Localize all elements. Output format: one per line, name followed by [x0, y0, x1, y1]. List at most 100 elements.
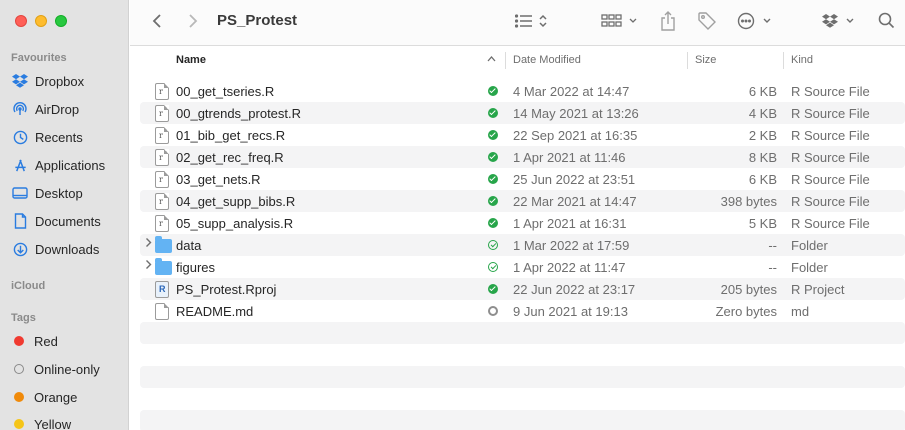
- available-check-icon: [488, 262, 498, 272]
- file-row[interactable]: data 1 Mar 2022 at 17:59 -- Folder: [140, 234, 905, 256]
- file-name: data: [176, 238, 202, 253]
- forward-button[interactable]: [184, 10, 202, 34]
- file-name: PS_Protest.Rproj: [176, 282, 277, 297]
- available-check-icon: [488, 240, 498, 250]
- sidebar-item-label: Applications: [35, 157, 106, 173]
- text-file-icon: [155, 303, 169, 320]
- sidebar-item-label: Desktop: [35, 185, 83, 201]
- column-header: Name Date Modified Size Kind: [130, 48, 905, 74]
- sidebar-tag-online-only[interactable]: Online-only: [11, 358, 126, 380]
- sidebar-item-downloads[interactable]: Downloads: [11, 238, 126, 260]
- airdrop-icon: [11, 100, 29, 118]
- file-kind: R Source File: [791, 150, 870, 165]
- close-window-button[interactable]: [15, 15, 27, 27]
- group-button[interactable]: [600, 10, 640, 34]
- sidebar-item-dropbox[interactable]: Dropbox: [11, 70, 126, 92]
- tag-button[interactable]: [696, 10, 718, 34]
- applications-icon: [11, 156, 29, 174]
- file-row[interactable]: r 00_get_tseries.R 4 Mar 2022 at 14:47 6 KB…: [140, 80, 905, 102]
- file-row[interactable]: r 02_get_rec_freq.R 1 Apr 2021 at 11:46 8 K…: [140, 146, 905, 168]
- column-divider[interactable]: [783, 52, 784, 69]
- file-row[interactable]: figures 1 Apr 2022 at 11:47 -- Folder: [140, 256, 905, 278]
- disclosure-chevron-icon[interactable]: [145, 237, 152, 251]
- column-divider[interactable]: [687, 52, 688, 69]
- column-size-header[interactable]: Size: [695, 54, 716, 66]
- sidebar-item-label: Orange: [34, 389, 78, 405]
- synced-check-icon: [488, 130, 498, 140]
- file-row[interactable]: R PS_Protest.Rproj 22 Jun 2022 at 23:17 205…: [140, 278, 905, 300]
- file-date-modified: 1 Apr 2022 at 11:47: [513, 260, 626, 275]
- sidebar-item-applications[interactable]: Applications: [11, 154, 126, 176]
- file-size: 5 KB: [748, 216, 777, 231]
- sidebar-item-label: Red: [34, 333, 58, 349]
- download-icon: [11, 240, 29, 258]
- sidebar-item-label: Online-only: [34, 361, 100, 377]
- zoom-window-button[interactable]: [55, 15, 67, 27]
- synced-check-icon: [488, 196, 498, 206]
- column-name-header[interactable]: Name: [176, 54, 206, 66]
- view-list-button[interactable]: [512, 10, 552, 34]
- sidebar-item-label: Dropbox: [35, 73, 85, 89]
- sidebar-item-label: Downloads: [35, 241, 100, 257]
- empty-row: [140, 344, 905, 366]
- synced-check-icon: [488, 108, 498, 118]
- file-row[interactable]: r 01_bib_get_recs.R 22 Sep 2021 at 16:35 2 …: [140, 124, 905, 146]
- more-icon: [737, 12, 775, 33]
- window-title: PS_Protest: [217, 12, 298, 29]
- synced-check-icon: [488, 152, 498, 162]
- action-button[interactable]: [736, 10, 776, 34]
- sidebar-item-documents[interactable]: Documents: [11, 210, 126, 232]
- search-button[interactable]: [876, 10, 896, 34]
- file-size: 4 KB: [748, 106, 777, 121]
- back-button[interactable]: [148, 10, 166, 34]
- file-size: 8 KB: [748, 150, 777, 165]
- file-size: 6 KB: [748, 84, 777, 99]
- column-date-header[interactable]: Date Modified: [513, 54, 581, 66]
- file-size: 205 bytes: [720, 282, 777, 297]
- file-name: 04_get_supp_bibs.R: [176, 194, 296, 209]
- sidebar-section-favourites: Favourites: [11, 52, 67, 64]
- sidebar-tag-orange[interactable]: Orange: [11, 386, 126, 408]
- file-row[interactable]: README.md 9 Jun 2021 at 19:13 Zero bytes md: [140, 300, 905, 322]
- sidebar-tag-red[interactable]: Red: [11, 330, 126, 352]
- empty-tag-icon: [14, 364, 24, 374]
- file-kind: R Source File: [791, 128, 870, 143]
- sort-chevron-up-icon[interactable]: [487, 54, 496, 66]
- sidebar-section-icloud[interactable]: iCloud: [11, 280, 45, 292]
- disclosure-chevron-icon[interactable]: [145, 259, 152, 273]
- file-kind: Folder: [791, 260, 828, 275]
- share-button[interactable]: [658, 10, 678, 34]
- file-row[interactable]: r 05_supp_analysis.R 1 Apr 2021 at 16:31 5 …: [140, 212, 905, 234]
- file-size: --: [768, 238, 777, 253]
- r-file-icon: r: [155, 105, 169, 122]
- file-name: 01_bib_get_recs.R: [176, 128, 286, 143]
- red-tag-icon: [14, 336, 24, 346]
- column-kind-header[interactable]: Kind: [791, 54, 813, 66]
- window-controls: [15, 15, 67, 27]
- file-size: 2 KB: [748, 128, 777, 143]
- minimize-window-button[interactable]: [35, 15, 47, 27]
- orange-tag-icon: [14, 392, 24, 402]
- rproject-file-icon: R: [155, 281, 169, 298]
- sidebar-section-tags[interactable]: Tags: [11, 312, 36, 324]
- clock-icon: [11, 128, 29, 146]
- synced-check-icon: [488, 218, 498, 228]
- chevron-left-icon: [152, 13, 162, 32]
- sidebar-item-recents[interactable]: Recents: [11, 126, 126, 148]
- sidebar-item-desktop[interactable]: Desktop: [11, 182, 126, 204]
- sidebar-item-airdrop[interactable]: AirDrop: [11, 98, 126, 120]
- sidebar-tag-yellow[interactable]: Yellow: [11, 413, 126, 430]
- dropbox-menu-button[interactable]: [820, 10, 860, 34]
- file-date-modified: 14 May 2021 at 13:26: [513, 106, 639, 121]
- r-file-icon: r: [155, 149, 169, 166]
- file-date-modified: 4 Mar 2022 at 14:47: [513, 84, 630, 99]
- file-row[interactable]: r 03_get_nets.R 25 Jun 2022 at 23:51 6 KB R …: [140, 168, 905, 190]
- dropbox-icon: [11, 72, 29, 90]
- sidebar: Favourites Dropbox AirDrop Recents Appli…: [0, 0, 129, 430]
- file-row[interactable]: r 04_get_supp_bibs.R 22 Mar 2021 at 14:47 3…: [140, 190, 905, 212]
- file-name: 00_gtrends_protest.R: [176, 106, 302, 121]
- r-file-icon: r: [155, 171, 169, 188]
- file-kind: R Source File: [791, 216, 870, 231]
- file-row[interactable]: r 00_gtrends_protest.R 14 May 2021 at 13:2…: [140, 102, 905, 124]
- column-divider[interactable]: [505, 52, 506, 69]
